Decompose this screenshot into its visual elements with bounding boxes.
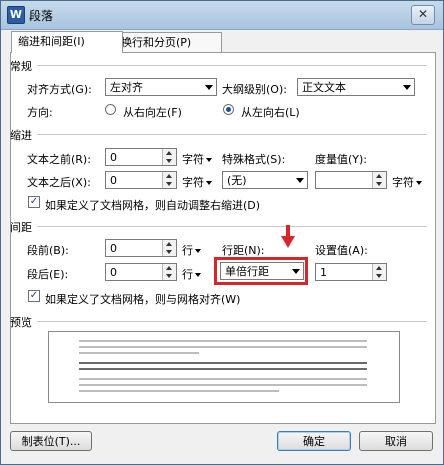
divider [37, 65, 427, 66]
cancel-button[interactable]: 取消 [359, 431, 433, 451]
outline-level-label: 大纲级别(O): [222, 83, 287, 96]
highlight-box-annotation [214, 257, 308, 285]
setting-value: 1 [320, 266, 327, 279]
preview-heading: 预览 [10, 316, 32, 329]
spacing-before-spinner[interactable]: 0 [105, 239, 177, 257]
ltr-label: 从左向右(L) [241, 106, 300, 119]
chevron-down-icon [195, 249, 201, 253]
preview-line [79, 368, 367, 370]
indent-after-unit-text: 字符 [182, 176, 204, 189]
spacing-heading: 间距 [10, 221, 32, 234]
alignment-value: 左对齐 [110, 81, 143, 94]
indent-before-label: 文本之前(R): [27, 153, 91, 166]
spacing-after-label: 段后(E): [27, 268, 69, 281]
measure-spinner[interactable] [315, 171, 387, 189]
spin-down-icon[interactable] [166, 159, 172, 163]
spin-up-icon[interactable] [166, 174, 172, 178]
chevron-down-icon [403, 85, 411, 90]
red-arrow-annotation [281, 225, 295, 248]
special-format-label: 特殊格式(S): [222, 153, 286, 166]
indent-heading: 缩进 [10, 129, 32, 142]
preview-line [79, 390, 279, 392]
measure-unit[interactable]: 字符 [392, 174, 422, 190]
preview-line [79, 340, 367, 342]
outline-level-value: 正文文本 [302, 81, 346, 94]
indent-after-unit[interactable]: 字符 [182, 174, 212, 190]
spin-down-icon[interactable] [166, 274, 172, 278]
spin-up-icon[interactable] [166, 151, 172, 155]
ltr-radio[interactable] [223, 104, 234, 115]
divider [37, 321, 427, 322]
spacing-after-unit-text: 行 [182, 268, 193, 281]
setting-value-spinner[interactable]: 1 [315, 263, 387, 281]
chevron-down-icon [206, 181, 212, 185]
alignment-select[interactable]: 左对齐 [105, 78, 217, 96]
auto-adjust-indent-checkbox[interactable]: ✓ [28, 196, 40, 208]
preview-line [79, 362, 367, 364]
divider [37, 226, 427, 227]
outline-level-select[interactable]: 正文文本 [297, 78, 415, 96]
preview-line [79, 352, 199, 354]
paragraph-dialog: W 段落 ✕ 缩进和间距(I) 换行和分页(P) 常规 对齐方式(G): 左对齐… [0, 0, 444, 465]
line-spacing-label: 行距(N): [222, 244, 265, 257]
spin-up-icon[interactable] [376, 174, 382, 178]
close-button[interactable]: ✕ [411, 5, 435, 25]
rtl-radio[interactable] [105, 104, 116, 115]
tab-line-page-breaks[interactable]: 换行和分页(P) [114, 32, 222, 52]
ok-button[interactable]: 确定 [277, 431, 351, 451]
indent-before-spinner[interactable]: 0 [105, 148, 177, 166]
spacing-before-label: 段前(B): [27, 244, 69, 257]
auto-adjust-indent-label: 如果定义了文档网格，则自动调整右缩进(D) [45, 199, 261, 212]
spin-up-icon[interactable] [166, 266, 172, 270]
divider [37, 134, 427, 135]
snap-to-grid-label: 如果定义了文档网格，则与网格对齐(W) [45, 293, 241, 306]
tab-indent-spacing[interactable]: 缩进和间距(I) [11, 31, 123, 53]
preview-line [79, 384, 367, 386]
snap-to-grid-checkbox[interactable]: ✓ [28, 290, 40, 302]
spacing-after-value: 0 [110, 266, 117, 279]
special-format-value: (无) [227, 174, 247, 187]
chevron-down-icon [206, 158, 212, 162]
rtl-label: 从右向左(F) [123, 106, 182, 119]
wps-writer-icon: W [7, 6, 25, 24]
indent-after-label: 文本之后(X): [27, 176, 91, 189]
spin-down-icon[interactable] [166, 250, 172, 254]
measure-unit-text: 字符 [392, 176, 414, 189]
preview-line [79, 378, 367, 380]
title-bar[interactable]: W 段落 ✕ [1, 1, 443, 30]
preview-line [79, 346, 367, 348]
spacing-after-unit[interactable]: 行 [182, 266, 201, 282]
alignment-label: 对齐方式(G): [27, 83, 92, 96]
spacing-before-unit[interactable]: 行 [182, 242, 201, 258]
chevron-down-icon [296, 178, 304, 183]
spin-up-icon[interactable] [376, 266, 382, 270]
direction-label: 方向: [27, 106, 53, 119]
tab-stops-button[interactable]: 制表位(T)... [10, 431, 92, 451]
general-heading: 常规 [10, 60, 32, 73]
spacing-before-value: 0 [110, 242, 117, 255]
indent-after-spinner[interactable]: 0 [105, 171, 177, 189]
indent-before-value: 0 [110, 151, 117, 164]
spin-down-icon[interactable] [376, 274, 382, 278]
spacing-after-spinner[interactable]: 0 [105, 263, 177, 281]
paragraph-preview [48, 331, 400, 403]
chevron-down-icon [195, 273, 201, 277]
spin-down-icon[interactable] [376, 182, 382, 186]
spacing-before-unit-text: 行 [182, 244, 193, 257]
setting-value-label: 设置值(A): [315, 244, 368, 257]
chevron-down-icon [416, 181, 422, 185]
dialog-title: 段落 [29, 9, 54, 23]
indent-before-unit[interactable]: 字符 [182, 151, 212, 167]
chevron-down-icon [205, 85, 213, 90]
spin-up-icon[interactable] [166, 242, 172, 246]
measure-label: 度量值(Y): [315, 153, 368, 166]
special-format-select[interactable]: (无) [222, 171, 308, 189]
indent-after-value: 0 [110, 174, 117, 187]
indent-before-unit-text: 字符 [182, 153, 204, 166]
spin-down-icon[interactable] [166, 182, 172, 186]
